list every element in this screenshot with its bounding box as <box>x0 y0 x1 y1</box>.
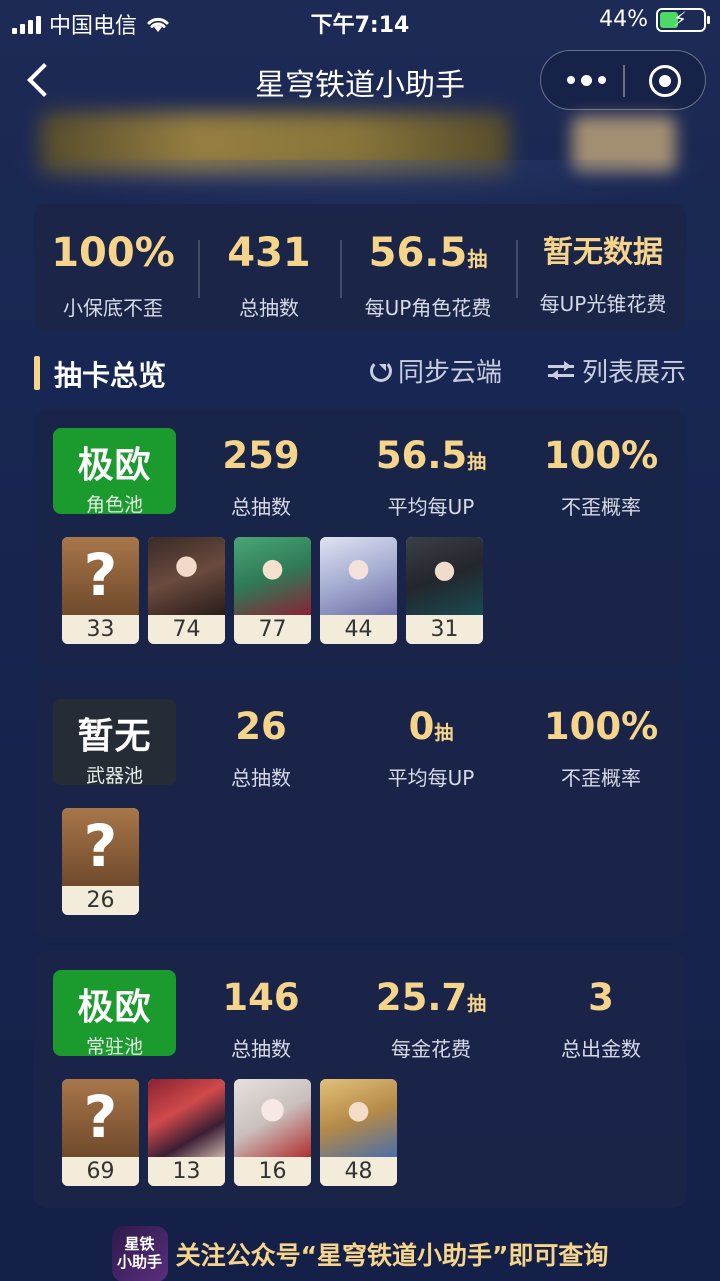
pool-stat: 25.7抽 每金花费 <box>375 976 487 1061</box>
pull-list: 33 74 77 44 31 <box>62 537 483 644</box>
list-view-button[interactable]: 列表展示 <box>547 352 686 389</box>
battery-icon: ⚡ <box>656 7 710 32</box>
section-accent-bar <box>34 356 40 390</box>
pull-list: 26 <box>62 808 139 915</box>
summary-value: 100% <box>51 230 175 276</box>
luck-badge: 极欧 常驻池 <box>53 970 176 1058</box>
summary-value: 56.5 <box>368 230 468 276</box>
footer-text: 关注公众号“星穹铁道小助手”即可查询 <box>175 1240 609 1270</box>
pool-name: 常驻池 <box>85 1036 143 1058</box>
summary-label: 每UP光锥花费 <box>539 292 667 316</box>
summary-label: 每UP角色花费 <box>364 296 492 320</box>
pool-stat: 100% 不歪概率 <box>543 434 659 519</box>
pull-card-character[interactable]: 74 <box>148 537 225 644</box>
pool-stat: 26 总抽数 <box>231 705 291 790</box>
pool-name: 角色池 <box>85 494 143 516</box>
pull-card-lightcone[interactable]: 16 <box>234 1079 311 1186</box>
nav-bar: 星穹铁道小助手 <box>0 40 720 120</box>
pool-stat: 0抽 平均每UP <box>387 705 475 790</box>
pool-stat: 3 总出金数 <box>561 976 641 1061</box>
question-mark-icon <box>62 1079 139 1157</box>
pool-stat: 56.5抽 平均每UP <box>375 434 487 519</box>
luck-badge: 极欧 角色池 <box>53 428 176 516</box>
pull-card-unknown[interactable]: 26 <box>62 808 139 915</box>
summary-value: 431 <box>227 230 311 276</box>
summary-stat: 暂无数据 每UP光锥花费 <box>524 228 682 317</box>
character-portrait <box>320 537 397 615</box>
lightcone-art <box>234 1079 311 1157</box>
section-title: 抽卡总览 <box>54 359 167 392</box>
summary-stat: 56.5抽 每UP角色花费 <box>348 228 508 321</box>
pool-stat: 146 总抽数 <box>222 976 300 1061</box>
mini-program-capsule <box>540 50 706 110</box>
question-mark-icon <box>62 808 139 886</box>
pull-card-unknown[interactable]: 33 <box>62 537 139 644</box>
luck-badge: 暂无 武器池 <box>53 699 176 787</box>
summary-stat: 100% 小保底不歪 <box>42 228 184 321</box>
pull-card-lightcone[interactable]: 13 <box>148 1079 225 1186</box>
pool-card-character[interactable]: 极欧 角色池 259 总抽数 56.5抽 平均每UP 100% 不歪概率 33 … <box>34 409 686 666</box>
summary-label: 小保底不歪 <box>63 296 163 320</box>
character-portrait <box>234 537 311 615</box>
app-logo: 星铁 小助手 <box>111 1225 168 1281</box>
pull-list: 69 13 16 48 <box>62 1079 397 1186</box>
pull-card-character[interactable]: 31 <box>406 537 483 644</box>
footer-banner[interactable]: 星铁 小助手 关注公众号“星穹铁道小助手”即可查询 <box>0 1225 720 1281</box>
summary-value: 暂无数据 <box>543 235 663 270</box>
pool-card-standard[interactable]: 极欧 常驻池 146 总抽数 25.7抽 每金花费 3 总出金数 69 13 1… <box>34 951 686 1208</box>
pull-card-unknown[interactable]: 69 <box>62 1079 139 1186</box>
battery-percent: 44% <box>599 7 648 32</box>
more-icon[interactable] <box>567 74 606 86</box>
status-right: 44% ⚡ <box>599 7 710 32</box>
summary-card: 100% 小保底不歪 431 总抽数 56.5抽 每UP角色花费 暂无数据 每U… <box>34 204 686 332</box>
pool-card-weapon[interactable]: 暂无 武器池 26 总抽数 0抽 平均每UP 100% 不歪概率 26 <box>34 680 686 937</box>
pull-card-character[interactable]: 44 <box>320 537 397 644</box>
summary-label: 总抽数 <box>239 296 299 320</box>
close-capsule-icon[interactable] <box>649 65 681 97</box>
swap-icon <box>547 360 574 382</box>
lightcone-art <box>148 1079 225 1157</box>
character-portrait <box>320 1079 397 1157</box>
character-portrait <box>406 537 483 615</box>
refresh-icon <box>370 359 392 382</box>
pool-stat: 259 总抽数 <box>222 434 300 519</box>
section-header: 抽卡总览 同步云端 列表展示 <box>34 352 686 396</box>
pull-card-character[interactable]: 77 <box>234 537 311 644</box>
pool-name: 武器池 <box>85 765 143 787</box>
character-portrait <box>148 537 225 615</box>
sync-cloud-button[interactable]: 同步云端 <box>370 352 502 389</box>
summary-stat: 431 总抽数 <box>206 228 332 321</box>
pool-stat: 100% 不歪概率 <box>543 705 659 790</box>
status-bar: 中国电信 下午7:14 44% ⚡ <box>0 0 720 40</box>
question-mark-icon <box>62 537 139 615</box>
pull-card-character[interactable]: 48 <box>320 1079 397 1186</box>
